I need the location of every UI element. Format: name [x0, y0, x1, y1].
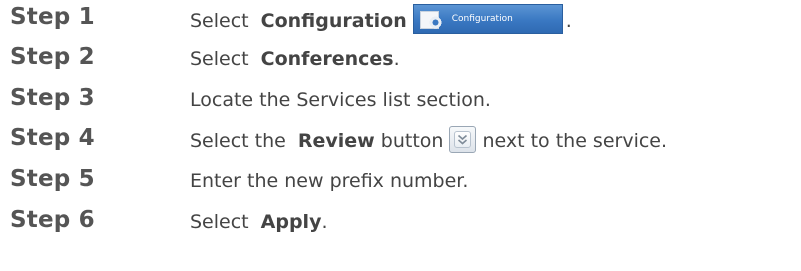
step-instruction: Select Configuration Configuration . — [190, 4, 572, 34]
step-label: Step 5 — [10, 166, 95, 192]
step-text-post: . — [393, 48, 400, 70]
step-text-bold: Conferences — [260, 48, 394, 70]
step-row-6: Step 6 Select Apply . — [10, 203, 795, 241]
step-row-2: Step 2 Select Conferences . — [10, 40, 795, 78]
step-instruction: Select Conferences . — [190, 48, 400, 70]
step-text-bold: Configuration — [260, 10, 407, 32]
step-label: Step 3 — [10, 85, 95, 111]
double-chevron-down-icon — [454, 131, 472, 148]
step-row-5: Step 5 Enter the new prefix number. — [10, 162, 795, 200]
step-label: Step 2 — [10, 44, 95, 70]
step-text-pre: Select — [190, 48, 255, 70]
step-text-pre: Enter the new prefix number. — [190, 170, 469, 192]
step-instruction: Select Apply . — [190, 211, 328, 233]
configuration-button-label: Configuration — [451, 14, 513, 24]
step-row-1: Step 1 Select Configuration Configuratio… — [10, 0, 795, 38]
step-text-post: . — [321, 211, 328, 233]
step-text-post: button — [374, 130, 444, 152]
step-row-4: Step 4 Select the Review button next to … — [10, 121, 795, 159]
step-instruction: Select the Review button next to the ser… — [190, 126, 668, 153]
step-instruction: Locate the Services list section. — [190, 89, 491, 111]
step-text-post: . — [565, 10, 572, 32]
step-text-pre: Select — [190, 10, 255, 32]
step-text-bold: Apply — [260, 211, 322, 233]
step-label: Step 1 — [10, 4, 95, 30]
step-text-pre: Select the — [190, 130, 292, 152]
step-text-pre: Select — [190, 211, 255, 233]
step-instruction: Enter the new prefix number. — [190, 170, 468, 192]
step-row-3: Step 3 Locate the Services list section. — [10, 81, 795, 119]
step-label: Step 6 — [10, 207, 95, 233]
configuration-icon — [419, 9, 444, 29]
configuration-button[interactable]: Configuration — [412, 4, 563, 34]
step-text-pre: Locate the Services list section. — [190, 89, 491, 111]
step-text-bold: Review — [297, 130, 375, 152]
review-button[interactable] — [449, 126, 477, 153]
step-text-after: next to the service. — [482, 130, 668, 152]
step-label: Step 4 — [10, 125, 95, 151]
